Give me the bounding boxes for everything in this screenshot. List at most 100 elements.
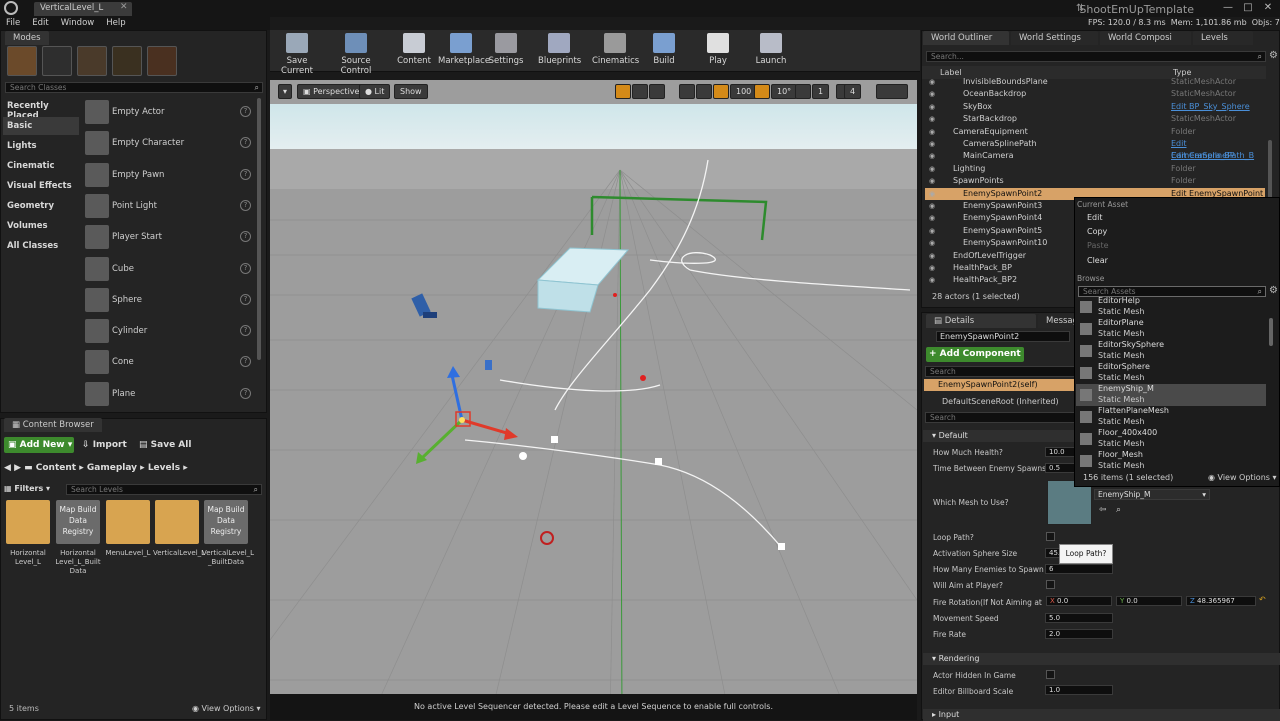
toolbar-button[interactable]: Cinematics: [592, 33, 639, 71]
level-viewport[interactable]: ▾ ▣ Perspective ● Lit Show 100 10° 1 4 N…: [270, 80, 917, 720]
asset-settings-icon[interactable]: ⚙: [1269, 285, 1278, 296]
back-arrow-icon[interactable]: ◀: [4, 463, 14, 473]
asset-list-item[interactable]: FlattenPlaneMesh Static Mesh: [1076, 406, 1266, 428]
outliner-tab[interactable]: Levels: [1193, 31, 1253, 45]
toolbar-button[interactable]: Source Control: [327, 33, 385, 76]
menu-clear-asset[interactable]: Clear: [1087, 256, 1108, 265]
forward-arrow-icon[interactable]: ▶: [14, 463, 24, 473]
visibility-eye-icon[interactable]: ◉: [929, 163, 935, 175]
level-tab[interactable]: VerticalLevel_L: [34, 2, 132, 16]
details-search-input[interactable]: Search: [925, 412, 1075, 423]
asset-view-options[interactable]: ◉ View Options ▾: [1208, 473, 1277, 482]
help-icon[interactable]: ?: [240, 106, 251, 117]
spawn-point-marker[interactable]: [640, 375, 646, 381]
actor-item[interactable]: Cone?: [82, 348, 257, 377]
camera-speed-field[interactable]: 4: [844, 84, 862, 99]
world-local-icon[interactable]: [679, 84, 695, 99]
section-input[interactable]: ▸ Input: [923, 709, 1280, 721]
browse-asset-icon[interactable]: ⌕: [1116, 505, 1121, 515]
place-mode-icon[interactable]: [7, 46, 37, 76]
mode-category[interactable]: Visual Effects: [3, 177, 79, 195]
asset-list-item[interactable]: EditorPlane Static Mesh: [1076, 318, 1266, 340]
use-selected-arrow-icon[interactable]: ⇦: [1099, 505, 1107, 515]
breadcrumb-content[interactable]: Content: [36, 463, 76, 473]
aim-checkbox[interactable]: [1046, 580, 1055, 589]
menu-window[interactable]: Window: [55, 17, 101, 30]
modes-scrollbar[interactable]: [257, 98, 261, 360]
actor-item[interactable]: Plane?: [82, 380, 257, 409]
outliner-row-type[interactable]: Edit BP_Sky_Sphere: [1171, 101, 1250, 113]
menu-file[interactable]: File: [0, 17, 26, 30]
rotation-x-field[interactable]: X 0.0: [1046, 596, 1112, 606]
rate-field[interactable]: 2.0: [1045, 629, 1113, 639]
save-all-button[interactable]: ▤ Save All: [139, 437, 191, 453]
details-tab[interactable]: ▤ Details: [926, 314, 1036, 328]
mode-category[interactable]: Cinematic: [3, 157, 79, 175]
add-component-button[interactable]: + Add Component ▾: [926, 347, 1024, 374]
component-root-row[interactable]: DefaultSceneRoot (Inherited): [924, 396, 1074, 408]
toolbar-button[interactable]: Launch: [752, 33, 790, 71]
mode-category[interactable]: Geometry: [3, 197, 79, 215]
levels-search-input[interactable]: Search Levels ⌕: [66, 484, 262, 495]
level-tab-close-icon[interactable]: ✕: [120, 2, 128, 12]
visibility-eye-icon[interactable]: ◉: [929, 126, 935, 138]
outliner-row[interactable]: ◉ OceanBackdrop StaticMeshActor: [925, 88, 1265, 100]
visibility-eye-icon[interactable]: ◉: [929, 225, 935, 237]
mode-category[interactable]: Recently Placed: [3, 97, 79, 121]
scale-snap-field[interactable]: 1: [812, 84, 830, 99]
menu-copy-asset[interactable]: Copy: [1087, 227, 1107, 236]
asset-list-scrollbar[interactable]: [1269, 318, 1273, 346]
help-icon[interactable]: ?: [240, 137, 251, 149]
asset-list-item[interactable]: Floor_400x400 Static Mesh: [1076, 428, 1266, 450]
visibility-eye-icon[interactable]: ◉: [929, 212, 935, 224]
outliner-row-type[interactable]: Edit Camera_BP: [1171, 150, 1235, 162]
content-browser-tab[interactable]: ▦ Content Browser: [4, 418, 102, 432]
spawn-point-marker[interactable]: [613, 293, 617, 297]
perspective-button[interactable]: ▣ Perspective: [297, 84, 366, 99]
grid-snap-icon[interactable]: [713, 84, 729, 99]
toolbar-button[interactable]: Marketplace: [438, 33, 490, 71]
minimize-icon[interactable]: —: [1220, 2, 1236, 14]
level-thumbnail-icon[interactable]: [6, 500, 50, 544]
asset-list-item[interactable]: EditorHelp Static Mesh: [1076, 296, 1266, 318]
outliner-row[interactable]: ◉ InvisibleBoundsPlane StaticMeshActor: [925, 76, 1265, 88]
visibility-eye-icon[interactable]: ◉: [929, 250, 935, 262]
breadcrumb-gameplay[interactable]: Gameplay: [87, 463, 137, 473]
content-view-options[interactable]: ◉ View Options ▾: [192, 704, 261, 713]
visibility-eye-icon[interactable]: ◉: [929, 175, 935, 187]
help-icon[interactable]: ?: [240, 293, 251, 305]
billboard-field[interactable]: 1.0: [1045, 685, 1113, 695]
actor-item[interactable]: Empty Actor?: [82, 98, 257, 127]
show-button[interactable]: Show: [394, 84, 428, 99]
close-icon[interactable]: ✕: [1260, 2, 1276, 14]
asset-list-item[interactable]: EnemyShip_M Static Mesh: [1076, 384, 1266, 406]
actor-name-field[interactable]: EnemySpawnPoint2: [936, 331, 1070, 342]
asset-list-item[interactable]: EditorSkySphere Static Mesh: [1076, 340, 1266, 362]
outliner-settings-icon[interactable]: ⚙: [1269, 50, 1278, 61]
rotation-snap-icon[interactable]: [754, 84, 770, 99]
viewport-options-button[interactable]: ▾: [278, 84, 292, 99]
visibility-eye-icon[interactable]: ◉: [929, 200, 935, 212]
help-icon[interactable]: ?: [240, 325, 251, 337]
actor-item[interactable]: Player Start?: [82, 223, 257, 252]
enemies-field[interactable]: 6: [1045, 564, 1113, 574]
visibility-eye-icon[interactable]: ◉: [929, 101, 935, 113]
level-thumbnail-icon[interactable]: [106, 500, 150, 544]
rotate-icon[interactable]: [632, 84, 648, 99]
modes-tab[interactable]: Modes: [5, 31, 49, 45]
outliner-row[interactable]: ◉ Lighting Folder: [925, 163, 1265, 175]
visibility-eye-icon[interactable]: ◉: [929, 262, 935, 274]
viewport-scene[interactable]: [270, 80, 917, 720]
actor-item[interactable]: Cylinder?: [82, 317, 257, 346]
message-log-tab[interactable]: Message: [1038, 314, 1083, 328]
visibility-eye-icon[interactable]: ◉: [929, 88, 935, 100]
rotation-z-field[interactable]: Z 48.365967: [1186, 596, 1256, 606]
loop-checkbox[interactable]: [1046, 532, 1055, 541]
hidden-checkbox[interactable]: [1046, 670, 1055, 679]
help-icon[interactable]: ?: [240, 387, 251, 399]
filters-button[interactable]: ▦ Filters ▾: [4, 484, 50, 493]
section-rendering[interactable]: ▾ Rendering: [923, 653, 1280, 665]
outliner-row[interactable]: ◉ SpawnPoints Folder: [925, 175, 1265, 187]
menu-help[interactable]: Help: [100, 17, 131, 30]
mode-category[interactable]: All Classes: [3, 237, 79, 255]
